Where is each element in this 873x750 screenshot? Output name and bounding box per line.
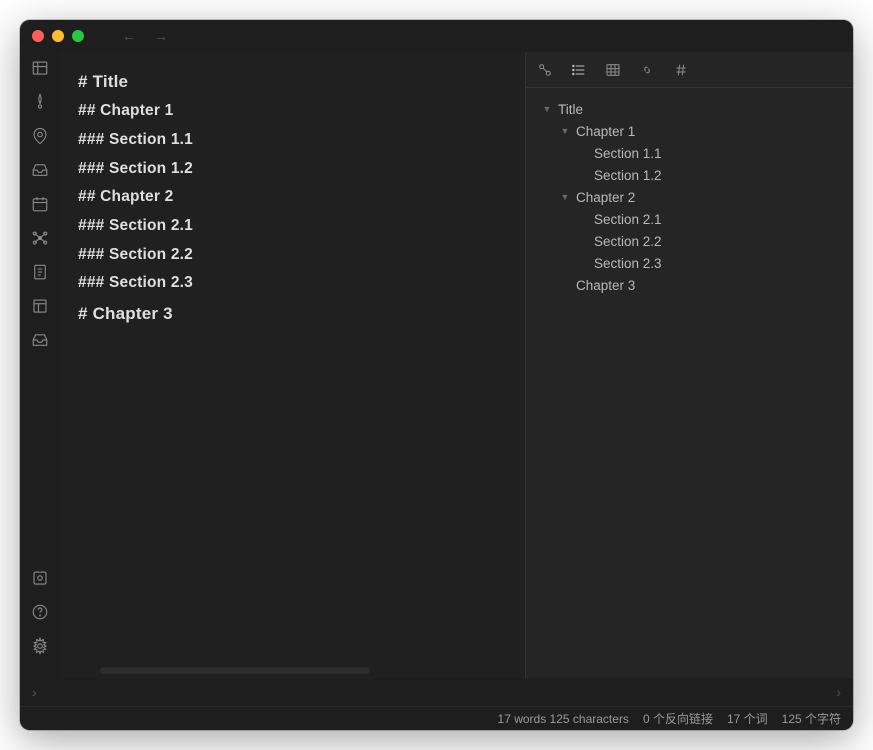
outline-item-label: Title bbox=[558, 102, 583, 117]
link-icon[interactable] bbox=[638, 61, 656, 79]
status-word-count-cn: 17 个词 bbox=[727, 710, 768, 727]
editor-line[interactable]: ### Section 1.2 bbox=[78, 155, 507, 184]
status-char-count-cn: 125 个字符 bbox=[782, 710, 841, 727]
settings-icon[interactable] bbox=[30, 636, 50, 656]
hash-icon[interactable] bbox=[672, 61, 690, 79]
editor-line[interactable]: ### Section 2.3 bbox=[78, 269, 507, 298]
left-sidebar-toggle[interactable]: › bbox=[28, 684, 41, 700]
archive-icon[interactable] bbox=[30, 330, 50, 350]
calendar-icon[interactable] bbox=[30, 194, 50, 214]
outline-item-label: Chapter 2 bbox=[576, 190, 635, 205]
nav-arrows: ← → bbox=[122, 28, 168, 44]
editor-line[interactable]: ## Chapter 2 bbox=[78, 183, 507, 212]
editor-pane[interactable]: # Title## Chapter 1### Section 1.1### Se… bbox=[60, 52, 525, 678]
editor-scrollbar[interactable] bbox=[100, 667, 370, 674]
editor-line[interactable]: ### Section 2.2 bbox=[78, 241, 507, 270]
statusbar: 17 words 125 characters 0 个反向链接 17 个词 12… bbox=[20, 706, 853, 730]
maximize-window-button[interactable] bbox=[72, 30, 84, 42]
outline-item[interactable]: ▼Section 2.3 bbox=[534, 252, 845, 274]
chevron-down-icon[interactable]: ▼ bbox=[540, 102, 554, 116]
inbox-icon[interactable] bbox=[30, 160, 50, 180]
editor-line[interactable]: # Title bbox=[78, 66, 507, 97]
outline-item-label: Chapter 1 bbox=[576, 124, 635, 139]
outline-item[interactable]: ▼Chapter 3 bbox=[534, 274, 845, 296]
notes-icon[interactable] bbox=[30, 262, 50, 282]
right-sidebar-toggle[interactable]: › bbox=[832, 684, 845, 700]
vault-icon[interactable] bbox=[30, 568, 50, 588]
outline-tree: ▼Title▼Chapter 1▼Section 1.1▼Section 1.2… bbox=[526, 88, 853, 678]
outline-item-label: Chapter 3 bbox=[576, 278, 635, 293]
template-icon[interactable] bbox=[30, 296, 50, 316]
outline-item[interactable]: ▼Section 2.2 bbox=[534, 230, 845, 252]
nav-forward-button[interactable]: → bbox=[154, 28, 168, 44]
help-icon[interactable] bbox=[30, 602, 50, 622]
close-window-button[interactable] bbox=[32, 30, 44, 42]
tag-icon[interactable] bbox=[30, 92, 50, 112]
files-icon[interactable] bbox=[30, 58, 50, 78]
editor-line[interactable]: # Chapter 3 bbox=[78, 298, 507, 329]
right-sidebar: ▼Title▼Chapter 1▼Section 1.1▼Section 1.2… bbox=[525, 52, 853, 678]
status-words: 17 words 125 characters bbox=[498, 712, 629, 726]
outline-item[interactable]: ▼Section 1.1 bbox=[534, 142, 845, 164]
titlebar: ← → bbox=[20, 20, 853, 52]
outline-item[interactable]: ▼ Chapter 2 bbox=[534, 186, 845, 208]
chevron-down-icon[interactable]: ▼ bbox=[558, 124, 572, 138]
outline-item-label: Section 2.3 bbox=[594, 256, 662, 271]
bottom-rail: › › bbox=[20, 678, 853, 706]
outline-item[interactable]: ▼ Title bbox=[534, 98, 845, 120]
outline-icon[interactable] bbox=[570, 61, 588, 79]
app-window: ← → bbox=[20, 20, 853, 730]
outline-item[interactable]: ▼Section 2.1 bbox=[534, 208, 845, 230]
sidebar-tabs bbox=[526, 52, 853, 88]
outline-item[interactable]: ▼ Chapter 1 bbox=[534, 120, 845, 142]
backlinks-icon[interactable] bbox=[536, 61, 554, 79]
location-icon[interactable] bbox=[30, 126, 50, 146]
graph-icon[interactable] bbox=[30, 228, 50, 248]
editor-line[interactable]: ## Chapter 1 bbox=[78, 97, 507, 126]
traffic-lights bbox=[32, 30, 84, 42]
left-rail bbox=[20, 52, 60, 678]
outline-item-label: Section 2.2 bbox=[594, 234, 662, 249]
outline-item-label: Section 2.1 bbox=[594, 212, 662, 227]
outline-item-label: Section 1.2 bbox=[594, 168, 662, 183]
nav-back-button[interactable]: ← bbox=[122, 28, 136, 44]
app-body: # Title## Chapter 1### Section 1.1### Se… bbox=[20, 52, 853, 678]
chevron-down-icon[interactable]: ▼ bbox=[558, 190, 572, 204]
table-icon[interactable] bbox=[604, 61, 622, 79]
status-backlinks: 0 个反向链接 bbox=[643, 710, 713, 727]
outline-item[interactable]: ▼Section 1.2 bbox=[534, 164, 845, 186]
editor-line[interactable]: ### Section 2.1 bbox=[78, 212, 507, 241]
editor-line[interactable]: ### Section 1.1 bbox=[78, 126, 507, 155]
outline-item-label: Section 1.1 bbox=[594, 146, 662, 161]
minimize-window-button[interactable] bbox=[52, 30, 64, 42]
